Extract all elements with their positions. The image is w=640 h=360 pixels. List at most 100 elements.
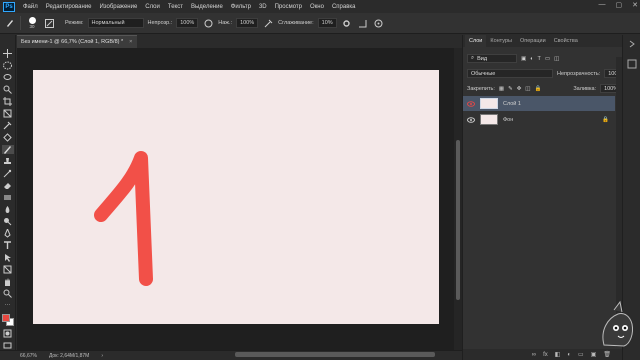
frame-tool-icon[interactable] xyxy=(2,109,14,118)
brush-tool-icon[interactable] xyxy=(1,145,14,154)
filter-pixel-icon[interactable]: ▣ xyxy=(521,56,526,62)
layer-row-layer-1[interactable]: Слой 1 xyxy=(463,96,615,111)
group-icon[interactable]: ▭ xyxy=(578,351,584,358)
lock-all-icon[interactable]: 🔒 xyxy=(535,86,542,92)
layer-row-background[interactable]: Фон 🔒 xyxy=(463,112,615,127)
opacity-field[interactable]: 100% xyxy=(176,18,199,28)
tab-paths[interactable]: Контуры xyxy=(486,35,516,47)
layer-filter-row: ⌕ Вид ▣ ◐ T ▭ ◫ xyxy=(467,54,559,63)
adjustment-layer-icon[interactable]: ◐ xyxy=(567,352,571,358)
menu-window[interactable]: Окно xyxy=(306,4,328,10)
menu-select[interactable]: Выделение xyxy=(187,4,227,10)
options-bar: 30 Режим: Нормальный Непрозр.: 100% Наж.… xyxy=(0,13,640,34)
filter-adjustment-icon[interactable]: ◐ xyxy=(530,56,533,62)
lock-icon: 🔒 xyxy=(602,116,609,123)
crop-tool-icon[interactable] xyxy=(2,97,14,106)
zoom-tool-icon[interactable] xyxy=(2,289,14,298)
brush-size-picker[interactable]: 30 xyxy=(25,17,39,29)
path-selection-tool-icon[interactable] xyxy=(2,253,14,262)
eyedropper-tool-icon[interactable] xyxy=(2,121,14,130)
visibility-eye-icon[interactable] xyxy=(467,100,475,107)
vertical-scrollbar[interactable] xyxy=(454,48,462,350)
brush-tip-icon xyxy=(28,17,36,24)
eraser-tool-icon[interactable] xyxy=(2,181,14,190)
blend-mode-select[interactable]: Обычные xyxy=(467,69,553,78)
menu-view[interactable]: Просмотр xyxy=(271,4,306,10)
clone-stamp-tool-icon[interactable] xyxy=(2,157,14,166)
smoothing-options-gear-icon[interactable] xyxy=(341,17,353,29)
marquee-tool-icon[interactable] xyxy=(2,61,14,70)
lock-transparent-icon[interactable]: ▦ xyxy=(499,86,504,92)
move-tool-icon[interactable] xyxy=(2,49,14,58)
more-tools-icon[interactable]: ··· xyxy=(2,301,14,309)
pressure-opacity-icon[interactable] xyxy=(202,17,214,29)
color-swatches[interactable] xyxy=(1,312,15,327)
status-menu-arrow[interactable]: › xyxy=(101,353,103,359)
fill-label: Заливка: xyxy=(573,85,597,92)
canvas[interactable] xyxy=(33,70,439,324)
pressure-size-icon[interactable] xyxy=(373,17,385,29)
quick-mask-icon[interactable] xyxy=(2,329,14,338)
lock-artboard-icon[interactable]: ◫ xyxy=(525,86,530,92)
lasso-tool-icon[interactable] xyxy=(2,73,14,82)
trash-icon[interactable]: 🗑 xyxy=(603,351,611,358)
vertical-scroll-thumb[interactable] xyxy=(456,140,460,300)
close-document-icon[interactable]: × xyxy=(129,39,132,45)
filter-smart-object-icon[interactable]: ◫ xyxy=(554,56,559,62)
foreground-color-swatch[interactable] xyxy=(1,314,10,323)
menu-file[interactable]: Файл xyxy=(19,4,42,10)
panel-toggle-icon[interactable] xyxy=(627,59,637,69)
layer-name[interactable]: Фон xyxy=(503,117,513,123)
history-brush-tool-icon[interactable] xyxy=(2,169,14,178)
menu-edit[interactable]: Редактирование xyxy=(42,4,96,10)
menu-image[interactable]: Изображение xyxy=(95,4,141,10)
zoom-level[interactable]: 66,67% xyxy=(20,353,37,359)
filter-type-icon[interactable]: T xyxy=(538,56,541,62)
dodge-tool-icon[interactable] xyxy=(2,217,14,226)
add-mask-icon[interactable]: ◧ xyxy=(555,351,561,358)
tab-layers[interactable]: Слои xyxy=(465,35,487,47)
lock-pixels-icon[interactable]: ✎ xyxy=(508,86,513,92)
document-tab-title: Без имени-1 @ 66,7% (Слой 1, RGB/8) * xyxy=(21,39,124,45)
airbrush-icon[interactable] xyxy=(262,17,274,29)
menu-layers[interactable]: Слои xyxy=(141,4,164,10)
healing-brush-tool-icon[interactable] xyxy=(2,133,14,142)
document-tab[interactable]: Без имени-1 @ 66,7% (Слой 1, RGB/8) * × xyxy=(17,35,137,48)
quick-selection-tool-icon[interactable] xyxy=(2,85,14,94)
hand-tool-icon[interactable] xyxy=(2,277,14,286)
visibility-eye-icon[interactable] xyxy=(467,116,475,123)
brush-settings-icon[interactable] xyxy=(43,17,55,29)
tab-properties[interactable]: Свойства xyxy=(550,35,582,47)
tab-actions[interactable]: Операции xyxy=(516,35,550,47)
close-icon[interactable]: ✕ xyxy=(632,1,638,9)
menu-filter[interactable]: Фильтр xyxy=(227,4,255,10)
brush-angle-icon[interactable] xyxy=(357,17,369,29)
collapse-panels-icon[interactable] xyxy=(627,39,637,49)
flow-field[interactable]: 100% xyxy=(236,18,259,28)
horizontal-scroll-thumb[interactable] xyxy=(235,352,435,357)
menu-type[interactable]: Текст xyxy=(164,4,187,10)
layer-style-icon[interactable]: fx xyxy=(543,352,548,358)
photoshop-logo: Ps xyxy=(3,1,15,12)
minimize-icon[interactable]: — xyxy=(599,1,606,9)
smoothing-field[interactable]: 10% xyxy=(317,18,337,28)
new-layer-icon[interactable]: ▣ xyxy=(591,351,597,358)
pen-tool-icon[interactable] xyxy=(2,229,14,238)
gradient-tool-icon[interactable] xyxy=(2,193,14,202)
menu-help[interactable]: Справка xyxy=(328,4,360,10)
screen-mode-icon[interactable] xyxy=(2,341,14,350)
brush-tool-preset-icon[interactable] xyxy=(4,17,16,29)
search-icon: ⌕ xyxy=(471,55,475,61)
lock-position-icon[interactable]: ✥ xyxy=(517,86,522,92)
type-tool-icon[interactable] xyxy=(2,241,14,250)
filter-shape-icon[interactable]: ▭ xyxy=(545,56,550,62)
layer-name[interactable]: Слой 1 xyxy=(503,101,521,107)
maximize-icon[interactable]: ▢ xyxy=(616,1,623,9)
link-layers-icon[interactable]: ∞ xyxy=(532,352,536,358)
menu-3d[interactable]: 3D xyxy=(255,4,271,10)
blur-tool-icon[interactable] xyxy=(2,205,14,214)
layer-filter-value: Вид xyxy=(477,55,488,62)
layer-filter-select[interactable]: ⌕ Вид xyxy=(467,54,517,63)
rectangle-tool-icon[interactable] xyxy=(2,265,14,274)
mode-select[interactable]: Нормальный xyxy=(87,18,144,28)
